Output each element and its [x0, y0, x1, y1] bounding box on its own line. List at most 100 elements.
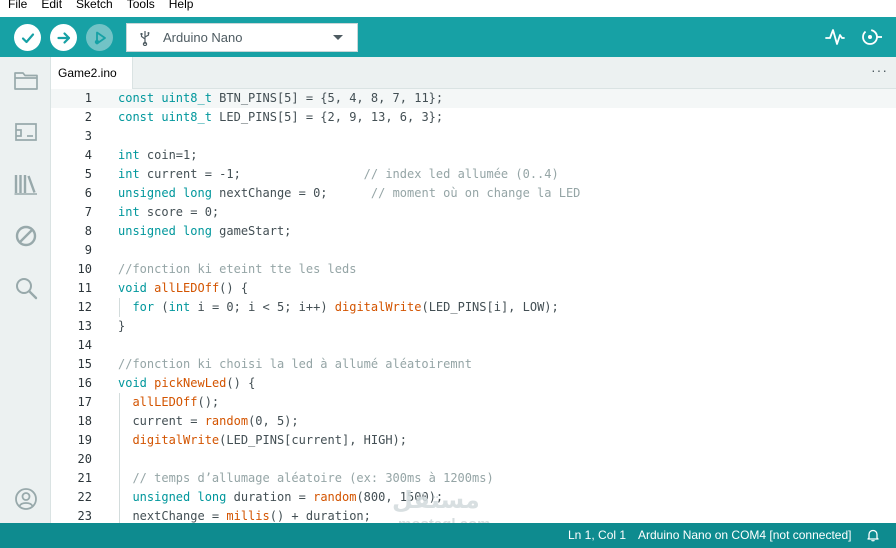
line-number: 5 [84, 167, 92, 181]
line-number: 10 [77, 262, 92, 276]
line-number: 12 [77, 300, 92, 314]
usb-icon [139, 30, 151, 46]
code-line[interactable]: 16 void pickNewLed() { [51, 374, 896, 393]
code-line[interactable]: 15 //fonction ki choisi la led à allumé a… [51, 355, 896, 374]
serial-plotter-button[interactable] [823, 26, 847, 48]
line-number: 16 [77, 376, 92, 390]
line-number: 1 [84, 91, 92, 105]
arrow-right-icon [56, 31, 70, 44]
line-number: 3 [84, 129, 92, 143]
line-number: 14 [77, 338, 92, 352]
code-line[interactable]: 20 [51, 450, 896, 469]
board-port-status[interactable]: Arduino Nano on COM4 [not connected] [638, 528, 851, 542]
bell-icon[interactable] [866, 528, 880, 542]
menu-tools[interactable]: Tools [127, 0, 155, 10]
code-text[interactable]: const uint8_t LED_PINS[5] = {2, 9, 13, 6… [118, 108, 443, 127]
line-number: 15 [77, 357, 92, 371]
upload-button[interactable] [50, 24, 77, 51]
toolbar: Arduino Nano [0, 17, 896, 57]
code-text[interactable]: //fonction ki choisi la led à allumé alé… [118, 355, 472, 374]
line-number: 21 [77, 471, 92, 485]
code-text[interactable]: unsigned long gameStart; [118, 222, 291, 241]
user-icon [15, 488, 37, 510]
code-text[interactable]: allLEDOff(); [118, 393, 219, 412]
code-text[interactable]: void allLEDOff() { [118, 279, 248, 298]
tab-bar: Game2.ino ··· [51, 57, 896, 89]
code-text[interactable]: int score = 0; [118, 203, 219, 222]
code-editor[interactable]: 1 const uint8_t BTN_PINS[5] = {5, 4, 8, 7… [51, 89, 896, 523]
code-line[interactable]: 19 digitalWrite(LED_PINS[current], HIGH)… [51, 431, 896, 450]
menu-file[interactable]: File [8, 0, 27, 10]
menu-bar: File Edit Sketch Tools Help [0, 0, 896, 17]
library-icon [14, 175, 37, 195]
code-text[interactable]: void pickNewLed() { [118, 374, 255, 393]
code-line[interactable]: 11 void allLEDOff() { [51, 279, 896, 298]
code-text[interactable]: } [118, 317, 125, 336]
code-text[interactable]: current = random(0, 5); [118, 412, 298, 431]
menu-sketch[interactable]: Sketch [76, 0, 113, 10]
line-number: 11 [77, 281, 92, 295]
line-number: 19 [77, 433, 92, 447]
serial-monitor-button[interactable] [859, 26, 883, 48]
line-number: 7 [84, 205, 92, 219]
code-line[interactable]: 3 [51, 127, 896, 146]
verify-button[interactable] [14, 24, 41, 51]
chevron-down-icon [333, 35, 343, 40]
code-line[interactable]: 10 //fonction ki eteint tte les leds [51, 260, 896, 279]
menu-help[interactable]: Help [169, 0, 194, 10]
board-icon [15, 123, 37, 141]
sketchbook-button[interactable] [13, 67, 39, 93]
cursor-position[interactable]: Ln 1, Col 1 [568, 528, 626, 542]
code-line[interactable]: 12 for (int i = 0; i < 5; i++) digitalWr… [51, 298, 896, 317]
line-number: 8 [84, 224, 92, 238]
menu-edit[interactable]: Edit [41, 0, 62, 10]
no-entry-icon [15, 225, 37, 247]
checkmark-icon [21, 32, 34, 43]
code-text[interactable]: for (int i = 0; i < 5; i++) digitalWrite… [118, 298, 558, 317]
code-line[interactable]: 6 unsigned long nextChange = 0; // moment… [51, 184, 896, 203]
board-selector[interactable]: Arduino Nano [126, 23, 358, 52]
profile-button[interactable] [13, 486, 39, 512]
tab-game2-ino[interactable]: Game2.ino [51, 57, 133, 89]
folder-icon [14, 72, 38, 90]
search-icon [16, 278, 38, 300]
more-options-icon[interactable]: ··· [871, 63, 888, 77]
code-text[interactable]: int current = -1; // index led allumée (… [118, 165, 559, 184]
line-number: 18 [77, 414, 92, 428]
sidebar [0, 57, 51, 523]
line-number: 4 [84, 148, 92, 162]
code-text[interactable]: //fonction ki eteint tte les leds [118, 260, 356, 279]
watermark-arabic: مستقل [392, 487, 480, 514]
code-line[interactable]: 5 int current = -1; // index led allumée … [51, 165, 896, 184]
board-name: Arduino Nano [163, 30, 243, 45]
code-line[interactable]: 4 int coin=1; [51, 146, 896, 165]
code-line[interactable]: 8 unsigned long gameStart; [51, 222, 896, 241]
search-button[interactable] [13, 275, 39, 301]
code-line[interactable]: 2 const uint8_t LED_PINS[5] = {2, 9, 13, … [51, 108, 896, 127]
code-line[interactable]: 18 current = random(0, 5); [51, 412, 896, 431]
code-line[interactable]: 13} [51, 317, 896, 336]
debug-icon [94, 31, 106, 44]
code-text[interactable]: nextChange = millis() + duration; [118, 507, 370, 523]
serial-plotter-icon [825, 29, 845, 45]
line-number: 17 [77, 395, 92, 409]
code-line[interactable]: 17 allLEDOff(); [51, 393, 896, 412]
code-line[interactable]: 1 const uint8_t BTN_PINS[5] = {5, 4, 8, 7… [51, 89, 896, 108]
code-text[interactable]: digitalWrite(LED_PINS[current], HIGH); [118, 431, 407, 450]
boards-manager-button[interactable] [13, 119, 39, 145]
code-line[interactable]: 7 int score = 0; [51, 203, 896, 222]
code-line[interactable]: 9 [51, 241, 896, 260]
code-text[interactable]: int coin=1; [118, 146, 197, 165]
code-text[interactable]: unsigned long nextChange = 0; // moment … [118, 184, 580, 203]
serial-monitor-icon [862, 29, 882, 45]
status-bar: Ln 1, Col 1 Arduino Nano on COM4 [not co… [0, 523, 896, 548]
code-text[interactable]: const uint8_t BTN_PINS[5] = {5, 4, 8, 7,… [118, 89, 443, 108]
line-number: 6 [84, 186, 92, 200]
line-number: 9 [84, 243, 92, 257]
debug-button[interactable] [86, 24, 113, 51]
code-line[interactable]: 14 [51, 336, 896, 355]
debug-panel-button[interactable] [13, 223, 39, 249]
line-number: 20 [77, 452, 92, 466]
library-manager-button[interactable] [13, 171, 39, 197]
line-number: 2 [84, 110, 92, 124]
